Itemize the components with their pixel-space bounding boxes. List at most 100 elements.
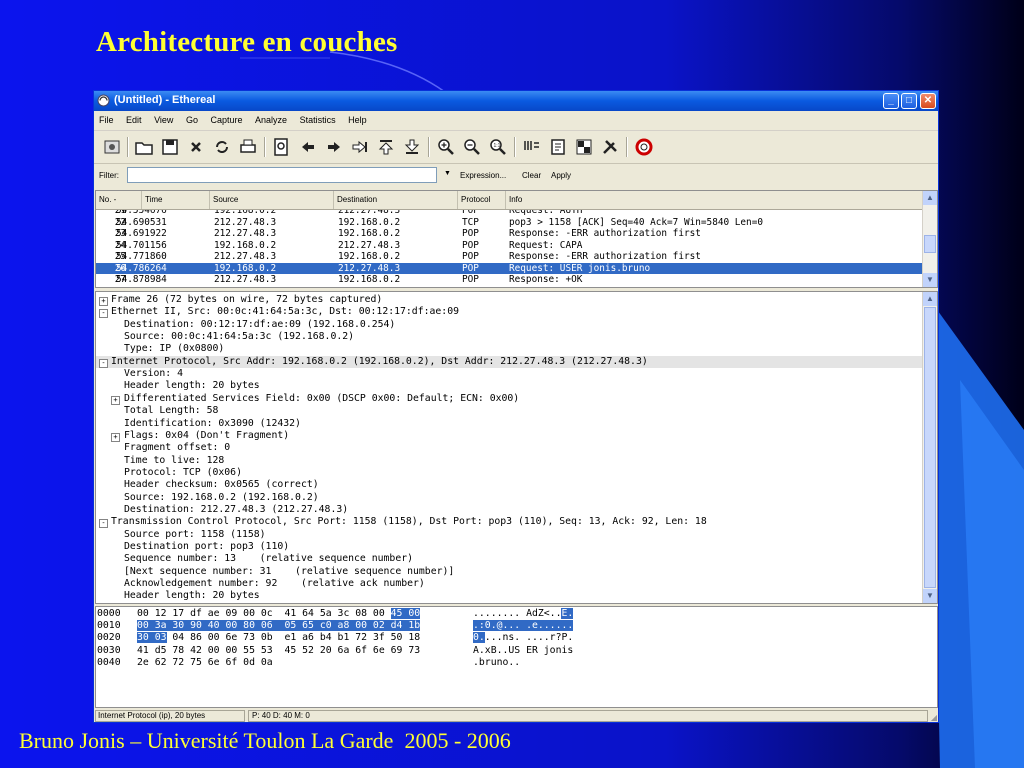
detail-tree-node[interactable]: Fragment offset: 0 bbox=[96, 442, 924, 454]
detail-tree-node[interactable]: Source port: 1158 (1158) bbox=[96, 529, 924, 541]
detail-tree-node[interactable]: + Frame 26 (72 bytes on wire, 72 bytes ca… bbox=[96, 294, 924, 306]
reload-icon[interactable] bbox=[212, 137, 232, 157]
expand-icon[interactable]: + bbox=[111, 395, 120, 405]
packet-list-scrollbar[interactable]: ▲ ▼ bbox=[922, 191, 937, 287]
collapse-icon[interactable]: - bbox=[99, 309, 108, 319]
detail-tree-node[interactable]: Version: 4 bbox=[96, 368, 924, 380]
packet-list-pane[interactable]: 21 54.554676 192.168.0.2 212.27.48.3 POP Requ… bbox=[95, 190, 938, 288]
expression-button[interactable]: Expression... bbox=[460, 171, 506, 180]
menu-view[interactable]: View bbox=[149, 112, 178, 125]
packet-row[interactable]: 26 54.786264 192.168.0.2 212.27.48.3 POP Requ… bbox=[96, 262, 924, 274]
detail-tree-node[interactable]: Destination port: pop3 (110) bbox=[96, 541, 924, 553]
capture-filter-icon[interactable] bbox=[522, 137, 542, 157]
goto-icon[interactable] bbox=[350, 137, 370, 157]
detail-tree-node[interactable]: Acknowledgement number: 92 (relative ack… bbox=[96, 578, 924, 590]
forward-arrow-icon[interactable] bbox=[324, 137, 344, 157]
zoom-out-icon[interactable] bbox=[462, 137, 482, 157]
packet-row[interactable]: 24 54.701156 192.168.0.2 212.27.48.3 POP Requ… bbox=[96, 240, 924, 252]
detail-tree-node[interactable]: + Flags: 0x04 (Don't Fragment) bbox=[96, 430, 924, 442]
column-header-protocol[interactable]: Protocol bbox=[458, 191, 506, 209]
menu-capture[interactable]: Capture bbox=[205, 112, 247, 125]
find-icon[interactable] bbox=[272, 137, 292, 157]
scroll-down-arrow-icon[interactable]: ▼ bbox=[923, 589, 937, 603]
detail-tree-node[interactable]: Source: 192.168.0.2 (192.168.0.2) bbox=[96, 492, 924, 504]
packet-cell-info: pop3 > 1158 [ACK] Seq=40 Ack=7 Win=5840 … bbox=[509, 216, 763, 228]
detail-tree-node[interactable]: Identification: 0x3090 (12432) bbox=[96, 418, 924, 430]
open-folder-icon[interactable] bbox=[134, 137, 154, 157]
packet-cell-time: 54.691922 bbox=[116, 228, 167, 239]
detail-tree-node[interactable]: [Next sequence number: 31 (relative sequ… bbox=[96, 566, 924, 578]
display-filter-icon[interactable] bbox=[548, 137, 568, 157]
expand-icon[interactable]: + bbox=[99, 297, 108, 306]
detail-tree-node[interactable]: Header length: 20 bytes bbox=[96, 380, 924, 392]
zoom-in-icon[interactable] bbox=[436, 137, 456, 157]
collapse-icon[interactable]: - bbox=[99, 519, 108, 529]
packet-detail-pane[interactable]: + Frame 26 (72 bytes on wire, 72 bytes ca… bbox=[95, 291, 938, 604]
filter-input[interactable] bbox=[127, 167, 437, 183]
detail-tree-node[interactable]: - Transmission Control Protocol, Src Port… bbox=[96, 516, 924, 529]
menu-analyze[interactable]: Analyze bbox=[250, 112, 292, 125]
scroll-up-arrow-icon[interactable]: ▲ bbox=[923, 292, 937, 306]
maximize-button[interactable]: □ bbox=[901, 93, 917, 109]
scroll-down-arrow-icon[interactable]: ▼ bbox=[923, 273, 937, 287]
close-file-icon[interactable] bbox=[186, 137, 206, 157]
detail-tree-node[interactable]: Sequence number: 13 (relative sequence n… bbox=[96, 553, 924, 565]
interfaces-icon[interactable] bbox=[102, 137, 122, 157]
packet-row[interactable]: 27 54.878984 212.27.48.3 192.168.0.2 POP Resp… bbox=[96, 274, 924, 286]
last-packet-icon[interactable] bbox=[402, 137, 422, 157]
preferences-icon[interactable] bbox=[600, 137, 620, 157]
apply-button[interactable]: Apply bbox=[551, 171, 571, 180]
filter-dropdown-icon[interactable]: ▼ bbox=[444, 170, 451, 177]
detail-tree-label: Time to live: 128 bbox=[124, 454, 225, 466]
expand-icon[interactable]: + bbox=[111, 432, 120, 442]
clear-button[interactable]: Clear bbox=[522, 171, 541, 180]
detail-tree-label: Identification: 0x3090 (12432) bbox=[124, 417, 301, 429]
packet-row[interactable]: 25 54.771860 212.27.48.3 192.168.0.2 POP Resp… bbox=[96, 251, 924, 263]
coloring-icon[interactable] bbox=[574, 137, 594, 157]
scroll-thumb[interactable] bbox=[924, 235, 936, 253]
menu-edit[interactable]: Edit bbox=[121, 112, 147, 125]
packet-row[interactable]: 23 54.691922 212.27.48.3 192.168.0.2 POP Resp… bbox=[96, 228, 924, 240]
detail-tree-node[interactable]: Type: IP (0x0800) bbox=[96, 343, 924, 355]
detail-tree-node[interactable]: Time to live: 128 bbox=[96, 455, 924, 467]
column-header-no[interactable]: No. - bbox=[96, 191, 142, 209]
menu-file[interactable]: File bbox=[94, 112, 119, 125]
column-header-time[interactable]: Time bbox=[142, 191, 210, 209]
zoom-normal-icon[interactable]: 1:1 bbox=[488, 137, 508, 157]
collapse-icon[interactable]: - bbox=[99, 358, 108, 368]
menu-go[interactable]: Go bbox=[181, 112, 203, 125]
packet-row[interactable]: 22 54.690531 212.27.48.3 192.168.0.2 TCP pop3… bbox=[96, 217, 924, 229]
column-header-source[interactable]: Source bbox=[210, 191, 334, 209]
print-icon[interactable] bbox=[238, 137, 258, 157]
detail-tree-node[interactable]: - Internet Protocol, Src Addr: 192.168.0.… bbox=[96, 355, 924, 369]
first-packet-icon[interactable] bbox=[376, 137, 396, 157]
close-button[interactable]: ✕ bbox=[920, 93, 936, 109]
scroll-thumb[interactable] bbox=[924, 307, 936, 588]
detail-tree-node[interactable]: + Differentiated Services Field: 0x00 (DS… bbox=[96, 393, 924, 405]
back-arrow-icon[interactable] bbox=[298, 137, 318, 157]
scroll-up-arrow-icon[interactable]: ▲ bbox=[923, 191, 937, 205]
resize-grip-icon[interactable]: ◢ bbox=[931, 713, 937, 722]
detail-tree-node[interactable]: Source: 00:0c:41:64:5a:3c (192.168.0.2) bbox=[96, 331, 924, 343]
menu-help[interactable]: Help bbox=[343, 112, 372, 125]
detail-tree-node[interactable]: Destination: 212.27.48.3 (212.27.48.3) bbox=[96, 504, 924, 516]
detail-tree-label: Source port: 1158 (1158) bbox=[124, 528, 266, 540]
detail-tree-node[interactable]: Destination: 00:12:17:df:ae:09 (192.168.… bbox=[96, 319, 924, 331]
minimize-button[interactable]: _ bbox=[883, 93, 899, 109]
column-header-info[interactable]: Info bbox=[506, 191, 924, 209]
column-header-destination[interactable]: Destination bbox=[334, 191, 458, 209]
window-titlebar[interactable]: (Untitled) - Ethereal _ □ ✕ bbox=[94, 91, 938, 111]
help-icon[interactable] bbox=[634, 137, 654, 157]
status-bar: Internet Protocol (ip), 20 bytes P: 40 D… bbox=[94, 709, 938, 722]
detail-tree-node[interactable]: Total Length: 58 bbox=[96, 405, 924, 417]
menu-statistics[interactable]: Statistics bbox=[295, 112, 341, 125]
detail-tree-node[interactable]: - Ethernet II, Src: 00:0c:41:64:5a:3c, Ds… bbox=[96, 306, 924, 319]
detail-tree-node[interactable]: Header length: 20 bytes bbox=[96, 590, 924, 602]
detail-tree-node[interactable]: Header checksum: 0x0565 (correct) bbox=[96, 479, 924, 491]
save-icon[interactable] bbox=[160, 137, 180, 157]
main-toolbar: 1:1 bbox=[94, 131, 938, 164]
detail-scrollbar[interactable]: ▲ ▼ bbox=[922, 292, 937, 603]
detail-tree-node[interactable]: Protocol: TCP (0x06) bbox=[96, 467, 924, 479]
hex-dump-pane[interactable]: 0000 00 12 17 df ae 09 00 0c 41 64 5a 3c … bbox=[95, 606, 938, 708]
detail-tree-label: [Next sequence number: 31 (relative sequ… bbox=[124, 565, 455, 577]
